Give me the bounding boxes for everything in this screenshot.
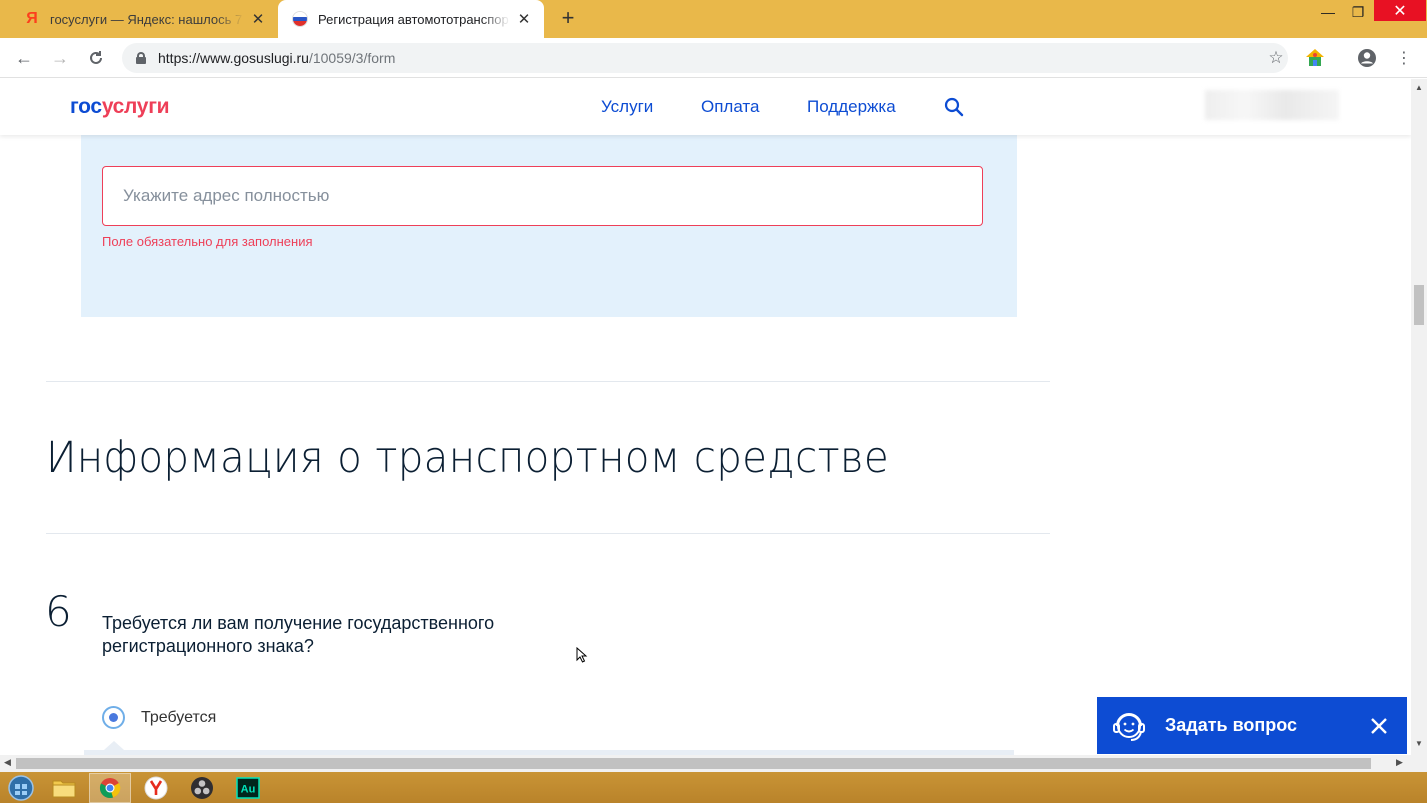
chrome-icon[interactable] (89, 773, 131, 803)
user-profile-blurred[interactable] (1205, 90, 1339, 120)
menu-dots-icon[interactable]: ⋮ (1392, 46, 1416, 70)
nav-link-services[interactable]: Услуги (601, 97, 653, 117)
back-icon[interactable]: ← (12, 46, 36, 70)
radio-label: Требуется (141, 708, 217, 726)
russia-flag-icon (292, 11, 308, 27)
tab-close-icon[interactable]: ✕ (250, 11, 266, 28)
tab-close-icon[interactable]: ✕ (516, 11, 532, 28)
forward-icon[interactable]: → (48, 46, 72, 70)
option-details-pointer (104, 741, 124, 750)
url-host: https://www.gosuslugi.ru (158, 50, 309, 66)
window-close-icon[interactable]: ✕ (1374, 0, 1426, 21)
section-title: Информация о транспортном средстве (46, 433, 890, 483)
scroll-down-icon[interactable]: ▼ (1415, 739, 1423, 748)
tab-title: госуслуги — Яндекс: нашлось 7 (50, 11, 243, 27)
address-error-text: Поле обязательно для заполнения (102, 234, 313, 249)
start-icon[interactable] (0, 773, 42, 803)
scrollbar-thumb[interactable] (1414, 285, 1424, 325)
profile-icon[interactable] (1356, 47, 1378, 69)
scroll-corner (1411, 755, 1427, 772)
site-header: госуслуги Услуги Оплата Поддержка (0, 79, 1411, 135)
lock-icon (136, 52, 146, 64)
ask-question-widget[interactable]: Задать вопрос (1097, 697, 1407, 754)
gosuslugi-logo[interactable]: госуслуги (70, 95, 170, 119)
reload-icon[interactable] (84, 46, 108, 70)
new-tab-button[interactable]: + (556, 6, 580, 30)
divider (46, 533, 1050, 534)
restore-icon[interactable]: ❐ (1338, 0, 1378, 24)
page-viewport: госуслуги Услуги Оплата Поддержка Поле о… (0, 79, 1411, 755)
vertical-scrollbar[interactable]: ▲ ▼ (1411, 79, 1427, 755)
question-number: 6 (45, 587, 72, 636)
divider (46, 381, 1050, 382)
address-bar[interactable]: https://www.gosuslugi.ru/10059/3/form ☆ (122, 43, 1288, 73)
svg-text:Au: Au (241, 784, 256, 796)
address-input[interactable] (102, 166, 983, 226)
nav-link-support[interactable]: Поддержка (807, 97, 896, 117)
file-explorer-icon[interactable] (43, 773, 85, 803)
browser-toolbar: ← → https://www.gosuslugi.ru/10059/3/for… (0, 38, 1427, 78)
tab-title: Регистрация автомототранспор (318, 11, 509, 27)
yandex-browser-icon[interactable] (135, 773, 177, 803)
windows-taskbar: Au (0, 772, 1427, 803)
scroll-up-icon[interactable]: ▲ (1415, 83, 1423, 92)
scroll-left-icon[interactable]: ◀ (4, 757, 11, 768)
extension-icon[interactable] (1304, 47, 1326, 69)
browser-tab-yandex[interactable]: Я госуслуги — Яндекс: нашлось 7 ✕ (10, 0, 278, 38)
scrollbar-thumb[interactable] (16, 758, 1371, 769)
obs-icon[interactable] (181, 773, 223, 803)
browser-tab-strip: Я госуслуги — Яндекс: нашлось 7 ✕ Регист… (0, 0, 1427, 38)
chat-close-icon[interactable] (1365, 712, 1393, 740)
horizontal-scrollbar[interactable]: ◀ ▶ (0, 755, 1411, 772)
scroll-right-icon[interactable]: ▶ (1396, 757, 1403, 768)
yandex-icon: Я (26, 10, 38, 27)
search-icon[interactable] (944, 97, 964, 117)
ask-question-label: Задать вопрос (1165, 715, 1298, 735)
browser-tab-gosuslugi[interactable]: Регистрация автомототранспор ✕ (278, 0, 544, 38)
bookmark-star-icon[interactable]: ☆ (1264, 46, 1288, 70)
url-path: /10059/3/form (308, 50, 396, 66)
mouse-cursor-icon (576, 647, 588, 663)
support-agent-icon (1113, 712, 1145, 741)
nav-link-payment[interactable]: Оплата (701, 97, 759, 117)
radio-button-selected[interactable] (102, 706, 125, 729)
audition-icon[interactable]: Au (227, 773, 269, 803)
question-text: Требуется ли вам получение государственн… (102, 613, 495, 656)
radio-option-required[interactable]: Требуется (102, 706, 216, 729)
